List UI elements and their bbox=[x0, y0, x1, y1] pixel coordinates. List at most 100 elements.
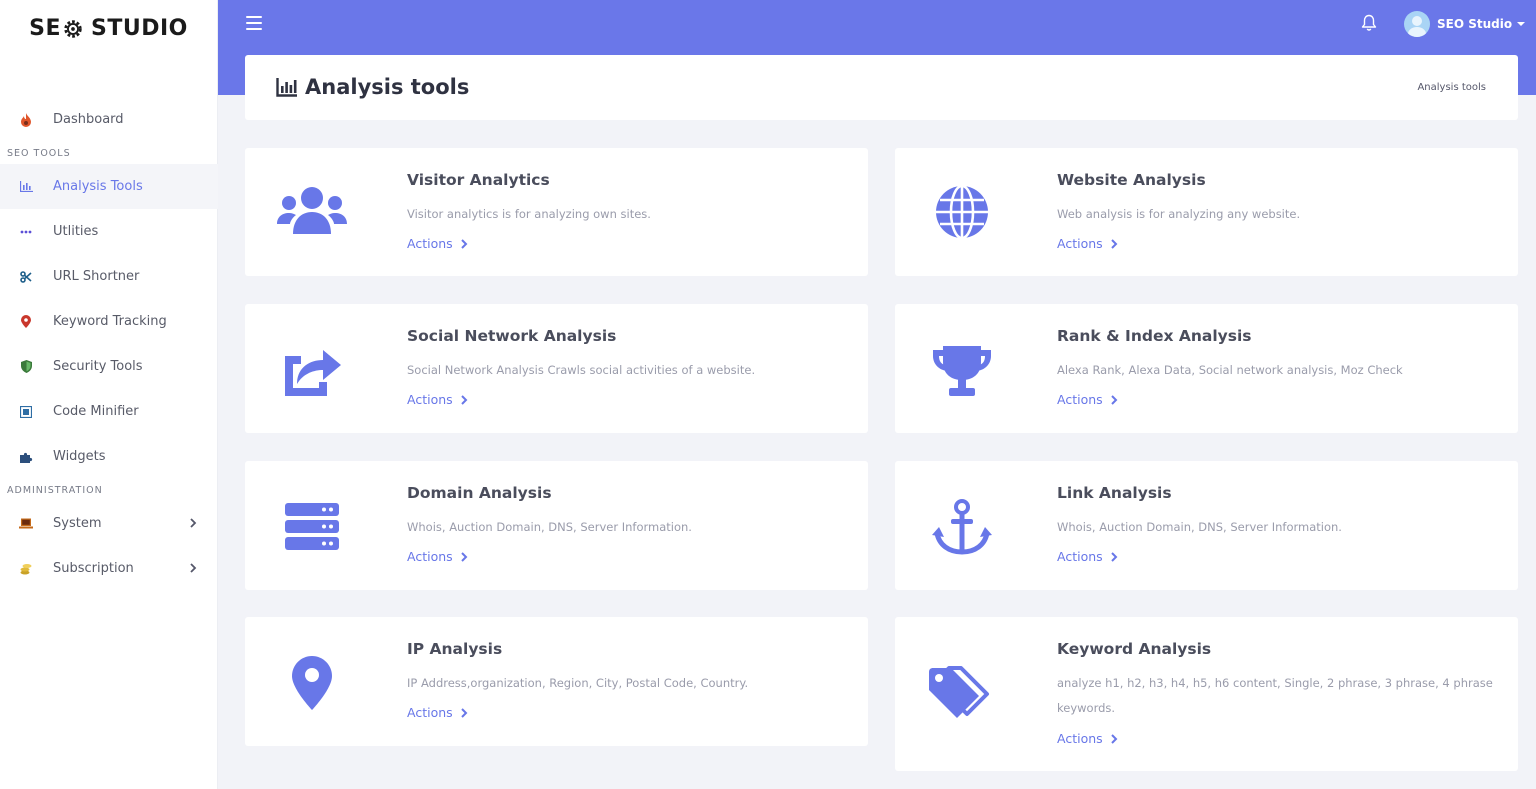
sidebar: SE STUDIO Dashboard SEO TOOLS Analysis T… bbox=[0, 0, 218, 789]
share-icon bbox=[277, 335, 347, 405]
sidebar-item-label: Dashboard bbox=[53, 112, 124, 127]
scissors-icon bbox=[18, 269, 34, 285]
tool-card-domain-analysis: Domain Analysis Whois, Auction Domain, D… bbox=[245, 461, 868, 590]
sidebar-item-analysis-tools[interactable]: Analysis Tools bbox=[0, 164, 218, 209]
sidebar-item-subscription[interactable]: Subscription bbox=[0, 546, 218, 591]
actions-label: Actions bbox=[407, 392, 453, 407]
users-icon bbox=[277, 177, 347, 247]
actions-label: Actions bbox=[407, 236, 453, 251]
card-title: IP Analysis bbox=[407, 640, 503, 658]
card-description: Web analysis is for analyzing any websit… bbox=[1057, 207, 1301, 221]
card-description: Social Network Analysis Crawls social ac… bbox=[407, 363, 756, 377]
actions-link[interactable]: Actions bbox=[407, 236, 468, 251]
sidebar-item-label: Code Minifier bbox=[53, 404, 139, 419]
caret-down-icon bbox=[1517, 22, 1526, 26]
chevron-right-icon bbox=[1110, 551, 1118, 562]
sidebar-item-keyword-tracking[interactable]: Keyword Tracking bbox=[0, 299, 218, 344]
sidebar-item-utilities[interactable]: Utlities bbox=[0, 209, 218, 254]
actions-label: Actions bbox=[407, 705, 453, 720]
card-title: Rank & Index Analysis bbox=[1057, 327, 1252, 345]
sidebar-item-dashboard[interactable]: Dashboard bbox=[0, 97, 218, 142]
page-title-text: Analysis tools bbox=[305, 75, 470, 99]
trophy-icon bbox=[927, 335, 997, 405]
fire-icon bbox=[18, 112, 34, 128]
page-title: Analysis tools bbox=[276, 75, 469, 99]
map-pin-icon bbox=[18, 314, 34, 330]
actions-label: Actions bbox=[1057, 731, 1103, 746]
chevron-right-icon bbox=[460, 551, 468, 562]
sidebar-item-label: System bbox=[53, 516, 102, 531]
avatar bbox=[1404, 11, 1430, 37]
user-menu[interactable]: SEO Studio bbox=[1404, 11, 1526, 37]
tags-icon bbox=[927, 661, 997, 731]
sidebar-item-label: Subscription bbox=[53, 561, 134, 576]
chart-icon bbox=[18, 179, 34, 195]
actions-link[interactable]: Actions bbox=[1057, 392, 1118, 407]
tool-card-link-analysis: Link Analysis Whois, Auction Domain, DNS… bbox=[895, 461, 1518, 590]
sidebar-item-label: Security Tools bbox=[53, 359, 143, 374]
card-description: Whois, Auction Domain, DNS, Server Infor… bbox=[407, 520, 692, 534]
bell-icon[interactable] bbox=[1361, 14, 1377, 32]
tool-card-website-analysis: Website Analysis Web analysis is for ana… bbox=[895, 148, 1518, 276]
logo-text-left: SE bbox=[29, 15, 61, 41]
minifier-icon bbox=[18, 404, 34, 420]
sidebar-item-system[interactable]: System bbox=[0, 501, 218, 546]
user-name: SEO Studio bbox=[1437, 17, 1513, 31]
sidebar-item-security-tools[interactable]: Security Tools bbox=[0, 344, 218, 389]
chevron-right-icon bbox=[190, 563, 197, 573]
actions-label: Actions bbox=[1057, 236, 1103, 251]
sidebar-item-label: Analysis Tools bbox=[53, 179, 143, 194]
sidebar-item-label: Utlities bbox=[53, 224, 99, 239]
chart-icon bbox=[276, 78, 297, 97]
actions-link[interactable]: Actions bbox=[1057, 549, 1118, 564]
tool-card-ip-analysis: IP Analysis IP Address,organization, Reg… bbox=[245, 617, 868, 746]
chevron-right-icon bbox=[1110, 394, 1118, 405]
laptop-icon bbox=[18, 516, 34, 532]
sidebar-item-label: URL Shortner bbox=[53, 269, 140, 284]
shield-icon bbox=[18, 359, 34, 375]
card-title: Keyword Analysis bbox=[1057, 640, 1212, 658]
chevron-right-icon bbox=[1110, 238, 1118, 249]
sidebar-nav: Dashboard SEO TOOLS Analysis Tools Utlit… bbox=[0, 97, 218, 591]
actions-link[interactable]: Actions bbox=[1057, 236, 1118, 251]
puzzle-icon bbox=[18, 449, 34, 465]
actions-link[interactable]: Actions bbox=[407, 392, 468, 407]
brand-logo[interactable]: SE STUDIO bbox=[0, 0, 217, 56]
sidebar-item-label: Keyword Tracking bbox=[53, 314, 167, 329]
actions-link[interactable]: Actions bbox=[407, 549, 468, 564]
globe-icon bbox=[927, 177, 997, 247]
sidebar-item-url-shortner[interactable]: URL Shortner bbox=[0, 254, 218, 299]
logo-text-right: STUDIO bbox=[91, 15, 188, 41]
section-heading-administration: ADMINISTRATION bbox=[7, 484, 103, 496]
server-icon bbox=[277, 492, 347, 562]
section-heading-seo-tools: SEO TOOLS bbox=[7, 147, 71, 159]
location-pin-icon bbox=[277, 648, 347, 718]
card-title: Link Analysis bbox=[1057, 484, 1172, 502]
sidebar-item-widgets[interactable]: Widgets bbox=[0, 434, 218, 479]
tool-card-rank-index-analysis: Rank & Index Analysis Alexa Rank, Alexa … bbox=[895, 304, 1518, 433]
chevron-right-icon bbox=[460, 238, 468, 249]
hamburger-menu-icon[interactable] bbox=[246, 16, 262, 30]
actions-link[interactable]: Actions bbox=[1057, 731, 1118, 746]
card-title: Domain Analysis bbox=[407, 484, 552, 502]
dots-icon bbox=[18, 224, 34, 240]
card-description: Alexa Rank, Alexa Data, Social network a… bbox=[1057, 363, 1403, 377]
card-description: Whois, Auction Domain, DNS, Server Infor… bbox=[1057, 520, 1342, 534]
breadcrumb[interactable]: Analysis tools bbox=[1417, 82, 1486, 93]
card-description: analyze h1, h2, h3, h4, h5, h6 content, … bbox=[1057, 676, 1493, 715]
chevron-right-icon bbox=[1110, 733, 1118, 744]
actions-label: Actions bbox=[1057, 392, 1103, 407]
tool-card-social-network-analysis: Social Network Analysis Social Network A… bbox=[245, 304, 868, 433]
actions-label: Actions bbox=[1057, 549, 1103, 564]
chevron-right-icon bbox=[460, 707, 468, 718]
tool-card-keyword-analysis: Keyword Analysis analyze h1, h2, h3, h4,… bbox=[895, 617, 1518, 771]
gear-icon bbox=[64, 20, 82, 38]
card-title: Website Analysis bbox=[1057, 171, 1206, 189]
sidebar-item-code-minifier[interactable]: Code Minifier bbox=[0, 389, 218, 434]
card-title: Visitor Analytics bbox=[407, 171, 550, 189]
actions-link[interactable]: Actions bbox=[407, 705, 468, 720]
coins-icon bbox=[18, 561, 34, 577]
tool-card-visitor-analytics: Visitor Analytics Visitor analytics is f… bbox=[245, 148, 868, 276]
chevron-right-icon bbox=[460, 394, 468, 405]
card-title: Social Network Analysis bbox=[407, 327, 617, 345]
